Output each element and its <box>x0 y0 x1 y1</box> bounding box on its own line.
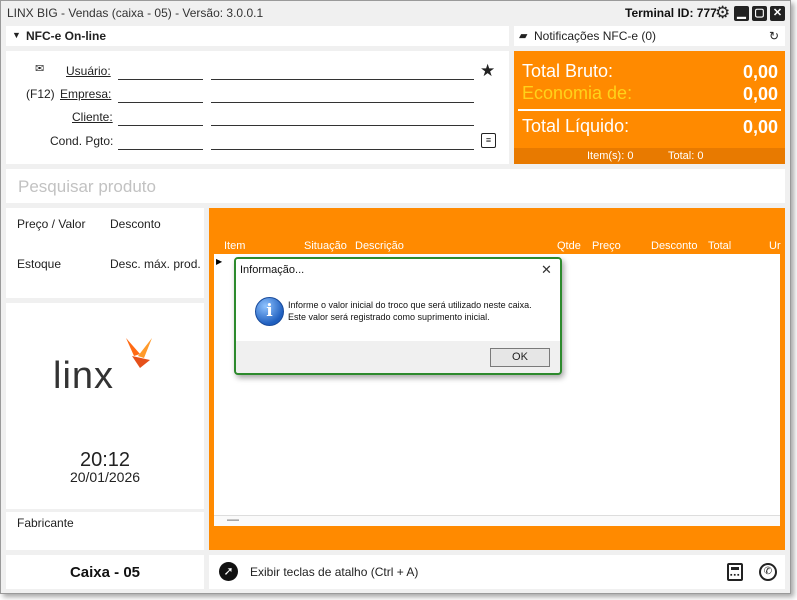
cond-pgto-name-field[interactable] <box>211 149 474 150</box>
fabricante-panel: Fabricante <box>6 512 204 550</box>
economia-value: 0,00 <box>742 84 778 104</box>
shortcuts-label[interactable]: Exibir teclas de atalho (Ctrl + A) <box>250 565 418 579</box>
comment-icon: ▰ <box>519 30 528 42</box>
product-info-panel: Preço / Valor Desconto Estoque Desc. máx… <box>6 208 204 298</box>
total-bruto-value: 0,00 <box>742 62 778 82</box>
cond-pgto-label: Cond. Pgto: <box>50 134 114 148</box>
row-indicator-icon: ▶ <box>216 257 223 266</box>
envelope-icon: ✉ <box>35 63 45 75</box>
cliente-label: Cliente: <box>72 110 113 124</box>
total-liquido-label: Total Líquido: <box>522 116 630 136</box>
caret-down-icon: ▼ <box>12 30 21 40</box>
preco-valor-label: Preço / Valor <box>17 217 86 231</box>
col-unidade[interactable]: Ur <box>769 240 781 252</box>
gear-icon[interactable]: ⚙ <box>715 4 730 21</box>
col-situacao[interactable]: Situação <box>304 240 347 252</box>
title-bar: LINX BIG - Vendas (caixa - 05) - Versão:… <box>1 1 790 25</box>
search-placeholder: Pesquisar produto <box>18 177 156 196</box>
star-icon[interactable]: ★ <box>480 61 495 81</box>
col-preco[interactable]: Preço <box>592 240 621 252</box>
whatsapp-icon[interactable]: ✆ <box>759 563 777 581</box>
dialog-message-2: Este valor será registrado como suprimen… <box>288 312 490 322</box>
sale-form: ✉ Usuário: ★ (F12) Empresa: Cliente: Con… <box>6 51 509 164</box>
empresa-shortcut: (F12) <box>26 87 55 101</box>
col-descricao[interactable]: Descrição <box>355 240 404 252</box>
nfce-label: NFC-e On-line <box>26 29 106 43</box>
dialog-title: Informação... <box>240 264 305 276</box>
cliente-name-field[interactable] <box>211 125 474 126</box>
totals-panel: Total Bruto: 0,00 Economia de: 0,00 Tota… <box>514 51 785 164</box>
calculator-icon[interactable]: ▪▪▪ <box>727 563 743 581</box>
dialog-titlebar: Informação... ✕ <box>236 259 560 281</box>
totals-footer: Item(s): 0 Total: 0 <box>514 148 785 164</box>
caixa-label: Caixa - 05 <box>69 564 141 581</box>
maximize-icon[interactable]: ▢ <box>752 6 767 21</box>
desconto-label: Desconto <box>110 217 161 231</box>
usuario-label: Usuário: <box>66 64 111 78</box>
empresa-name-field[interactable] <box>211 102 474 103</box>
linx-logo: linx <box>53 355 115 397</box>
estoque-label: Estoque <box>17 257 62 271</box>
grid-footer-dash: — <box>227 512 239 526</box>
fabricante-label: Fabricante <box>17 516 74 530</box>
main-window: LINX BIG - Vendas (caixa - 05) - Versão:… <box>0 0 791 594</box>
notifications-header[interactable]: ▰ Notificações NFC-e (0) ↻ <box>514 26 785 46</box>
close-icon[interactable]: ✕ <box>770 6 785 21</box>
dialog-close-icon[interactable]: ✕ <box>541 262 552 278</box>
info-dialog: Informação... ✕ i Informe o valor inicia… <box>234 257 562 375</box>
items-count: Item(s): 0 <box>587 150 634 162</box>
dialog-body: i Informe o valor inicial do troco que s… <box>236 281 560 341</box>
col-total[interactable]: Total <box>708 240 731 252</box>
terminal-id: Terminal ID: 777 <box>625 6 717 20</box>
usuario-name-field[interactable] <box>211 79 474 80</box>
brand-panel: linx 20:12 20/01/2026 <box>6 303 204 509</box>
refresh-icon[interactable]: ↻ <box>769 29 779 43</box>
info-icon: i <box>255 297 284 326</box>
empresa-code-field[interactable] <box>118 102 203 103</box>
grid-footer: — <box>214 512 780 526</box>
clock-date: 20/01/2026 <box>69 469 141 485</box>
window-title: LINX BIG - Vendas (caixa - 05) - Versão:… <box>7 6 264 20</box>
shortcuts-bar: ➚ Exibir teclas de atalho (Ctrl + A) ▪▪▪… <box>209 555 785 589</box>
col-desconto[interactable]: Desconto <box>651 240 697 252</box>
payment-list-icon[interactable]: ≡ <box>481 133 496 148</box>
empresa-label: Empresa: <box>60 87 112 101</box>
caixa-panel: Caixa - 05 <box>6 555 204 589</box>
arrow-circle-icon[interactable]: ➚ <box>219 562 238 581</box>
minimize-icon[interactable]: ▁ <box>734 6 749 21</box>
linx-logo-mark <box>126 338 152 368</box>
product-search[interactable]: Pesquisar produto <box>6 169 785 203</box>
total-count: Total: 0 <box>668 150 704 162</box>
cond-pgto-code-field[interactable] <box>118 149 203 150</box>
cliente-code-field[interactable] <box>118 125 203 126</box>
ok-button[interactable]: OK <box>490 348 550 367</box>
col-item[interactable]: Item <box>224 240 245 252</box>
economia-label: Economia de: <box>522 83 633 103</box>
usuario-code-field[interactable] <box>118 79 203 80</box>
notifications-label: Notificações NFC-e (0) <box>534 29 657 43</box>
totals-divider <box>518 109 781 111</box>
nfce-header[interactable]: ▼ NFC-e On-line <box>6 26 509 46</box>
dialog-message-1: Informe o valor inicial do troco que ser… <box>288 300 532 310</box>
desc-max-label: Desc. máx. prod. <box>110 257 201 271</box>
total-bruto-label: Total Bruto: <box>522 61 614 81</box>
total-liquido-value: 0,00 <box>742 117 778 137</box>
col-qtde[interactable]: Qtde <box>557 240 581 252</box>
